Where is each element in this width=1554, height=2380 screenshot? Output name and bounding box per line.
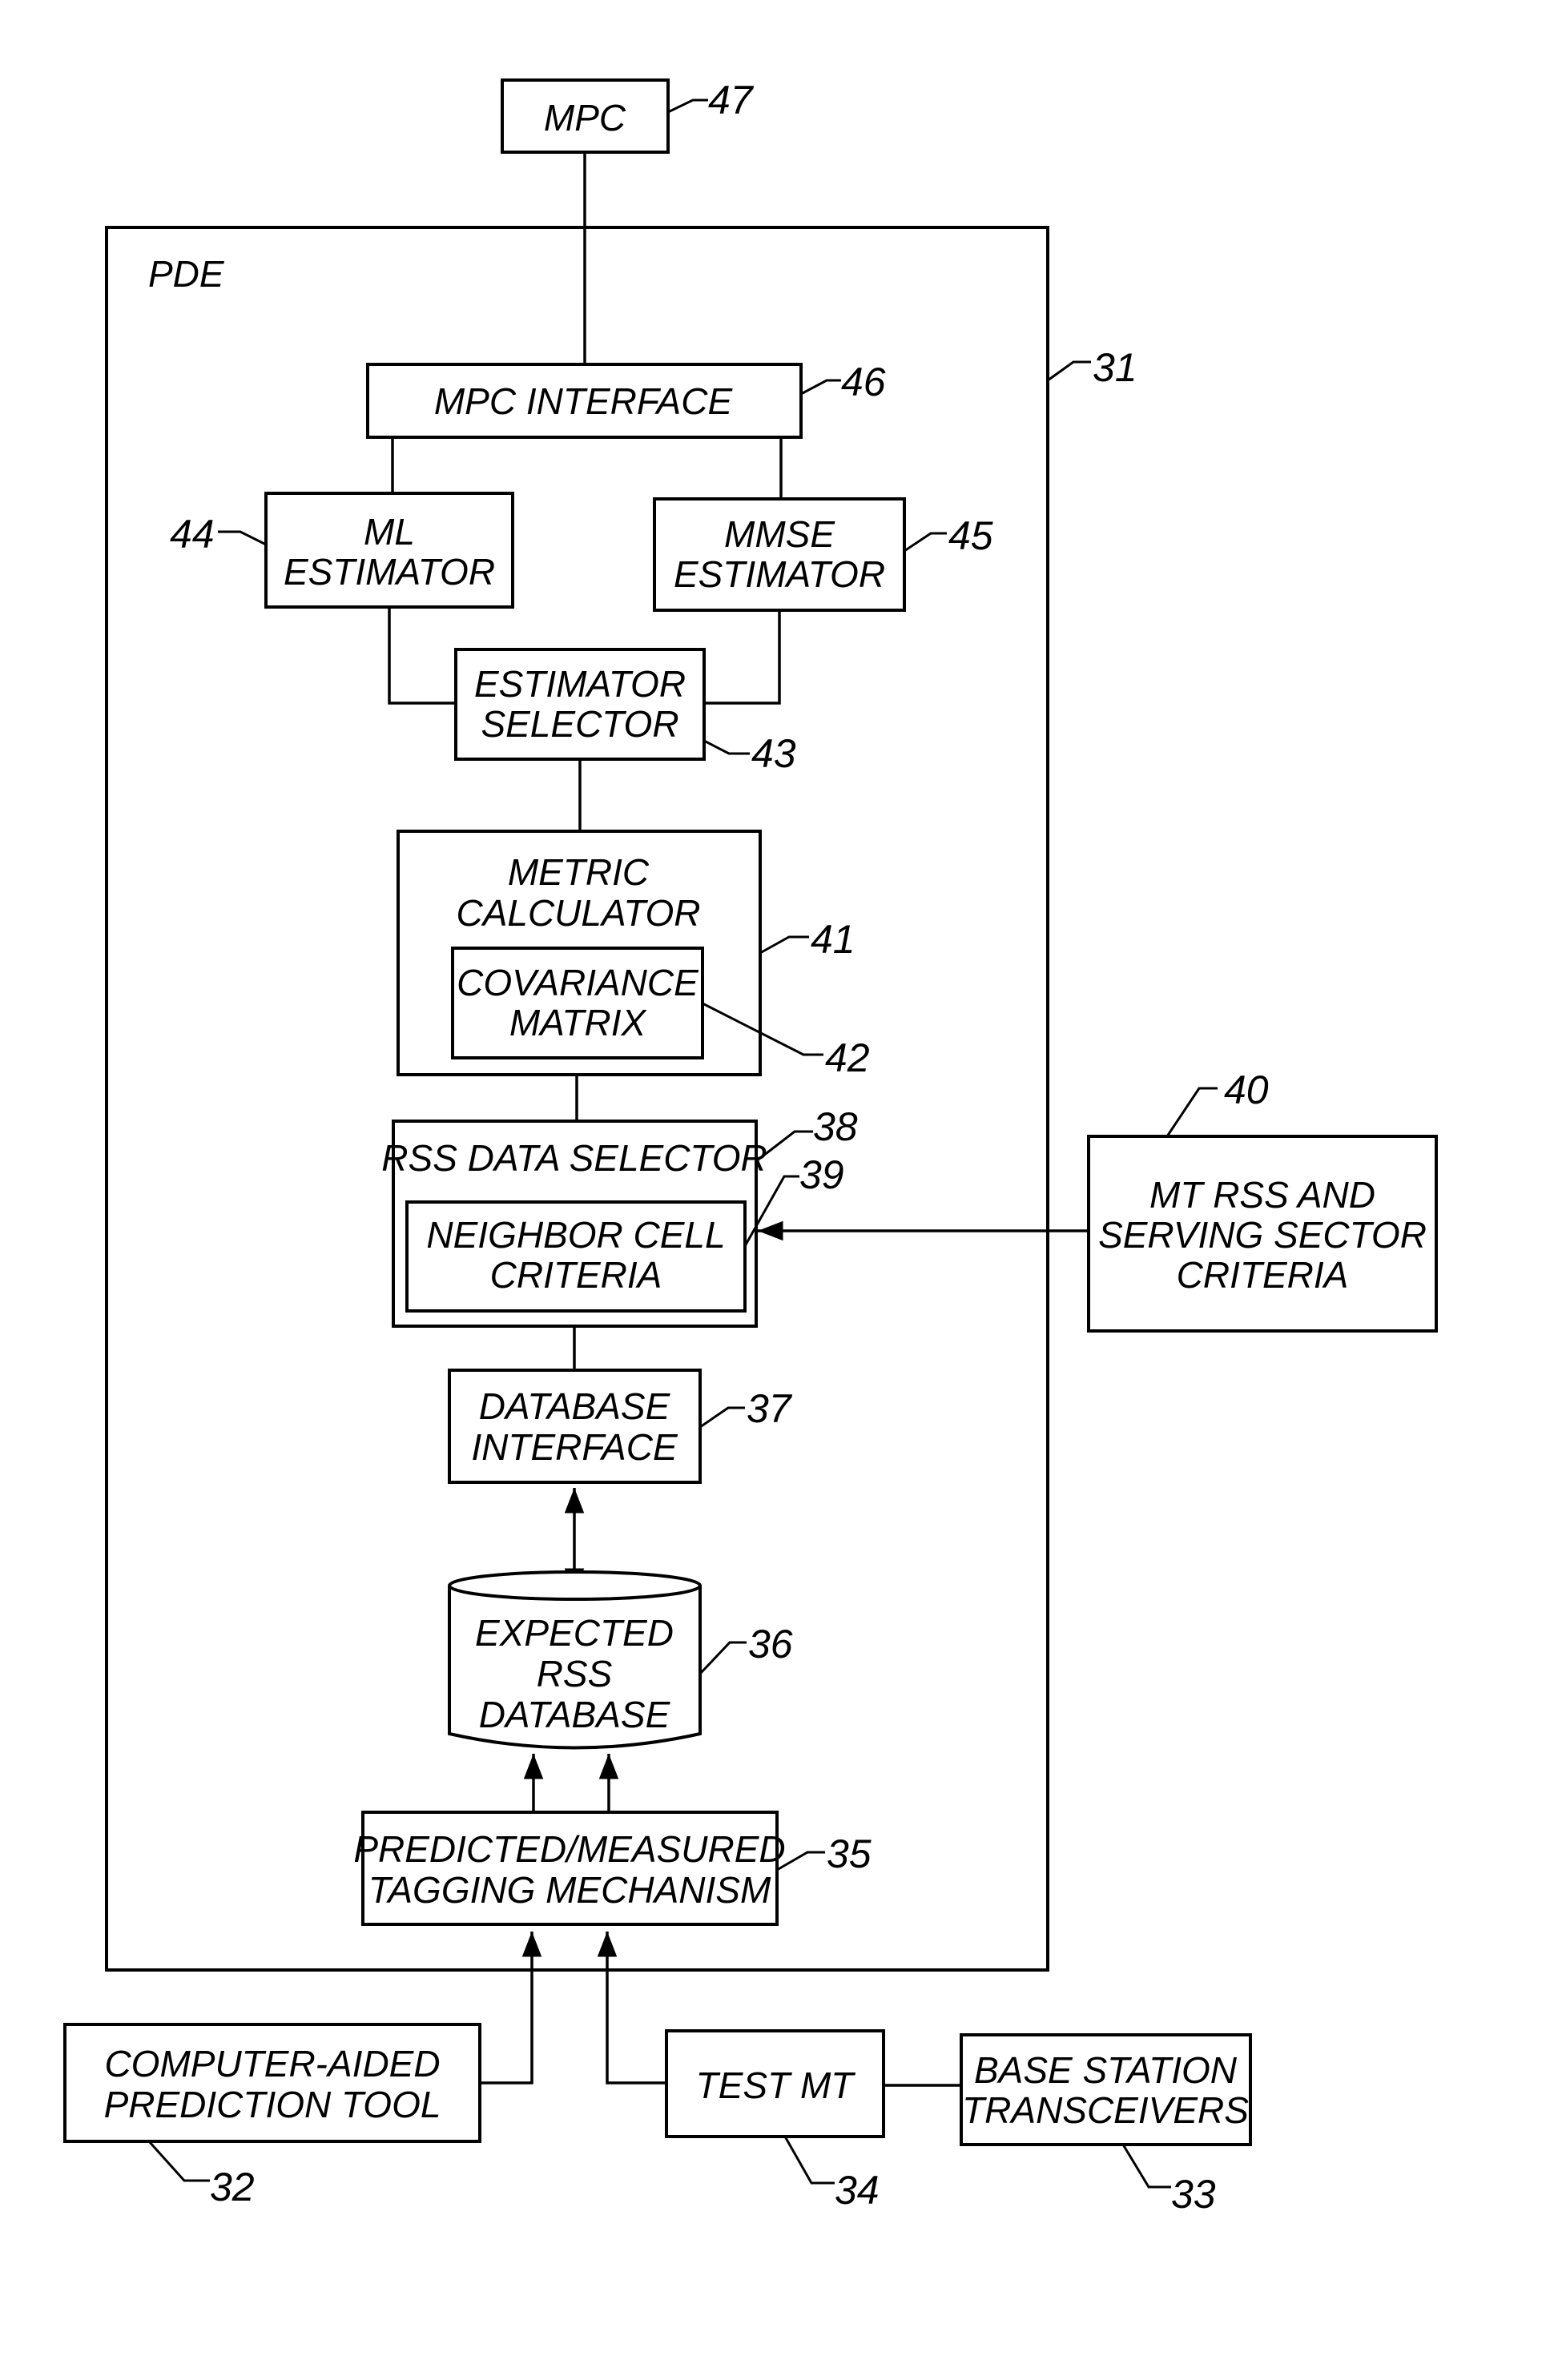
testmt-to-tagging-arrow	[597, 1932, 666, 2085]
ref-leader-44	[218, 530, 267, 546]
mmse-estimator-line-2: ESTIMATOR	[674, 553, 885, 595]
ref-32: 32	[210, 2165, 255, 2209]
ref-45: 45	[948, 513, 993, 558]
prediction-tool-line-2: PREDICTION TOOL	[104, 2084, 441, 2125]
ref-leader-32	[147, 2140, 210, 2182]
database-interface-block: DATABASE INTERFACE 37	[448, 1369, 793, 1484]
ml-estimator-block: ML ESTIMATOR 44	[170, 492, 514, 609]
mmse-estimator-block: MMSE ESTIMATOR 45	[653, 497, 993, 612]
base-station-transceivers-block: BASE STATION TRANSCEIVERS 33	[960, 2033, 1252, 2217]
mt-rss-criteria-block: MT RSS AND SERVING SECTOR CRITERIA 40	[1087, 1067, 1438, 1333]
prediction-tool-line-1: COMPUTER-AIDED	[104, 2043, 440, 2085]
ref-leader-37	[699, 1406, 745, 1429]
mpc-interface-label: MPC INTERFACE	[434, 380, 734, 422]
metric-calculator-line-1: METRIC	[508, 851, 650, 893]
test-mt-label: TEST MT	[696, 2064, 856, 2106]
bst-line-1: BASE STATION	[974, 2049, 1238, 2091]
database-line-2: RSS	[537, 1653, 613, 1695]
ref-39: 39	[799, 1152, 844, 1197]
ml-estimator-line-2: ESTIMATOR	[284, 551, 495, 593]
tagging-mechanism-line-2: TAGGING MECHANISM	[368, 1869, 771, 1911]
estimator-selector-line-1: ESTIMATOR	[474, 663, 686, 705]
ref-38: 38	[813, 1104, 858, 1149]
ref-41: 41	[811, 917, 856, 962]
ref-33: 33	[1171, 2172, 1216, 2217]
block-diagram: PDE 31 MPC 47 MPC INTERFACE 46 ML ESTIMA…	[63, 78, 1438, 2217]
tagging-mechanism-line-1: PREDICTED/MEASURED	[353, 1828, 785, 1870]
ref-47: 47	[708, 78, 755, 123]
ref-44: 44	[170, 512, 215, 557]
ref-leader-41	[759, 935, 809, 955]
expected-rss-database-cylinder: EXPECTED RSS DATABASE 36	[448, 1570, 793, 1750]
mpc-block: MPC 47	[501, 78, 755, 154]
ml-estimator-line-1: ML	[364, 511, 415, 553]
estimator-selector-block: ESTIMATOR SELECTOR 43	[454, 648, 796, 776]
mpc-label: MPC	[544, 97, 626, 139]
prediction-tool-block: COMPUTER-AIDED PREDICTION TOOL 32	[63, 2023, 481, 2209]
ref-leader-45	[904, 532, 947, 553]
mt-rss-criteria-line-3: CRITERIA	[1177, 1254, 1349, 1296]
covariance-matrix-line-2: MATRIX	[509, 1002, 648, 1043]
covariance-matrix-line-1: COVARIANCE	[457, 962, 699, 1003]
ref-42: 42	[825, 1035, 870, 1080]
ml-to-selector-line	[388, 607, 456, 705]
estimator-selector-line-2: SELECTOR	[481, 703, 678, 745]
ref-leader-40	[1166, 1087, 1218, 1137]
bst-line-2: TRANSCEIVERS	[962, 2089, 1249, 2131]
database-line-1: EXPECTED	[475, 1612, 674, 1654]
rss-data-selector-block: RSS DATA SELECTOR 38 NEIGHBOR CELL CRITE…	[381, 1104, 858, 1328]
ref-40: 40	[1224, 1067, 1269, 1112]
ref-36: 36	[748, 1622, 793, 1666]
mmse-to-selector-line	[704, 610, 781, 705]
ref-leader-47	[667, 98, 708, 114]
mt-rss-criteria-line-1: MT RSS AND	[1149, 1174, 1375, 1216]
mt-rss-criteria-line-2: SERVING SECTOR	[1098, 1214, 1427, 1256]
ref-37: 37	[747, 1386, 793, 1431]
database-interface-line-1: DATABASE	[479, 1385, 671, 1427]
mmse-estimator-line-1: MMSE	[724, 513, 835, 555]
connectors	[388, 152, 1089, 2087]
ref-leader-43	[703, 739, 750, 755]
ref-leader-36	[698, 1641, 747, 1675]
test-mt-block: TEST MT 34	[665, 2029, 885, 2213]
metric-calculator-block: METRIC CALCULATOR 41 COVARIANCE MATRIX 4…	[397, 830, 870, 1080]
tagging-mechanism-block: PREDICTED/MEASURED TAGGING MECHANISM 35	[353, 1811, 872, 1926]
database-interface-line-2: INTERFACE	[471, 1426, 678, 1468]
tool-to-tagging-arrow	[480, 1932, 542, 2085]
ref-34: 34	[835, 2168, 880, 2213]
ref-leader-31	[1047, 360, 1091, 382]
ref-46: 46	[841, 360, 886, 404]
pde-label: PDE	[148, 253, 225, 295]
metric-calculator-line-2: CALCULATOR	[456, 892, 700, 934]
neighbor-cell-criteria-line-2: CRITERIA	[490, 1254, 662, 1296]
ref-31: 31	[1093, 345, 1137, 390]
database-line-3: DATABASE	[479, 1694, 671, 1735]
ref-leader-34	[783, 2136, 835, 2185]
neighbor-cell-criteria-line-1: NEIGHBOR CELL	[426, 1214, 725, 1256]
rss-data-selector-label: RSS DATA SELECTOR	[381, 1137, 767, 1179]
ref-35: 35	[827, 1831, 872, 1876]
ref-leader-46	[800, 379, 841, 396]
mpc-interface-block: MPC INTERFACE 46	[366, 360, 886, 439]
ref-43: 43	[751, 731, 796, 776]
ref-leader-33	[1121, 2144, 1171, 2189]
